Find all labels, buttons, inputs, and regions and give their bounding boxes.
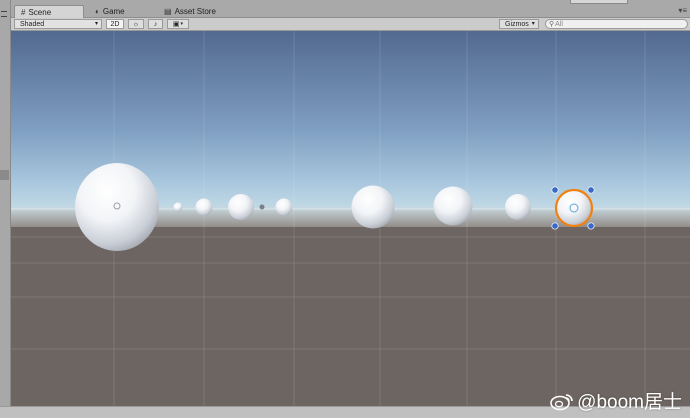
tab-game[interactable]: ◐ Game xyxy=(89,5,149,18)
sphere-small-4[interactable] xyxy=(505,194,531,220)
scene-icon: # xyxy=(21,7,26,17)
image-icon: ▣ xyxy=(172,20,180,28)
tab-menu-icon[interactable]: ▾≡ xyxy=(678,6,687,15)
tab-scene[interactable]: # Scene xyxy=(14,5,84,18)
chevron-down-icon: ▾ xyxy=(180,20,184,27)
left-scroll-handle[interactable] xyxy=(0,170,9,180)
effects-dropdown-button[interactable]: ▣ ▾ xyxy=(167,19,189,29)
watermark-text: @boom居士 xyxy=(577,392,682,413)
speaker-icon: ♪ xyxy=(153,20,158,28)
sphere-medium-1[interactable] xyxy=(351,185,395,229)
ground-plane xyxy=(11,227,690,406)
watermark: @boom居士 xyxy=(549,387,682,414)
scene-toolbar: Shaded ▾ 2D ☼ ♪ ▣ ▾ Gizmos ▾ ⚲ All xyxy=(11,18,690,31)
sphere-small-3[interactable] xyxy=(275,198,293,216)
handle-bottom-right[interactable] xyxy=(587,222,595,230)
panel-menu-icon[interactable] xyxy=(1,11,7,17)
game-icon: ◐ xyxy=(95,7,100,16)
tab-scene-label: Scene xyxy=(28,7,52,17)
sphere-medium-2[interactable] xyxy=(433,186,473,226)
handle-top-right[interactable] xyxy=(587,186,595,194)
chevron-down-icon: ▾ xyxy=(94,21,98,27)
audio-toggle-button[interactable]: ♪ xyxy=(148,19,163,29)
window-handle[interactable] xyxy=(570,0,628,4)
search-placeholder: All xyxy=(555,20,563,28)
gizmos-dropdown[interactable]: Gizmos ▾ xyxy=(499,19,539,29)
sphere-tiny-1[interactable] xyxy=(173,202,183,212)
tab-game-label: Game xyxy=(102,7,125,16)
scene-viewport[interactable] xyxy=(11,31,690,406)
shading-mode-label: Shaded xyxy=(20,20,45,28)
handle-top-left[interactable] xyxy=(551,186,559,194)
search-icon: ⚲ xyxy=(549,20,555,28)
scene-render[interactable] xyxy=(11,31,690,406)
tab-asset-store[interactable]: ▤ Asset Store xyxy=(158,5,238,18)
sun-icon: ☼ xyxy=(132,20,140,28)
shading-mode-dropdown[interactable]: Shaded ▾ xyxy=(14,19,102,29)
toggle-2d-label: 2D xyxy=(110,20,120,28)
left-panel-edge xyxy=(0,0,11,418)
sphere-large[interactable] xyxy=(75,163,159,251)
store-icon: ▤ xyxy=(164,7,172,16)
tab-store-label: Asset Store xyxy=(174,7,216,16)
lighting-toggle-button[interactable]: ☼ xyxy=(128,19,144,29)
toggle-2d-button[interactable]: 2D xyxy=(106,19,124,29)
sphere-small-1[interactable] xyxy=(195,198,213,216)
sphere-small-2[interactable] xyxy=(228,194,254,220)
handle-bottom-left[interactable] xyxy=(551,222,559,230)
hierarchy-search-input[interactable]: ⚲ All xyxy=(545,19,688,29)
gizmos-label: Gizmos xyxy=(505,20,529,28)
chevron-down-icon: ▾ xyxy=(531,21,535,27)
sphere-dot[interactable] xyxy=(259,204,265,210)
weibo-logo-icon xyxy=(550,393,573,410)
